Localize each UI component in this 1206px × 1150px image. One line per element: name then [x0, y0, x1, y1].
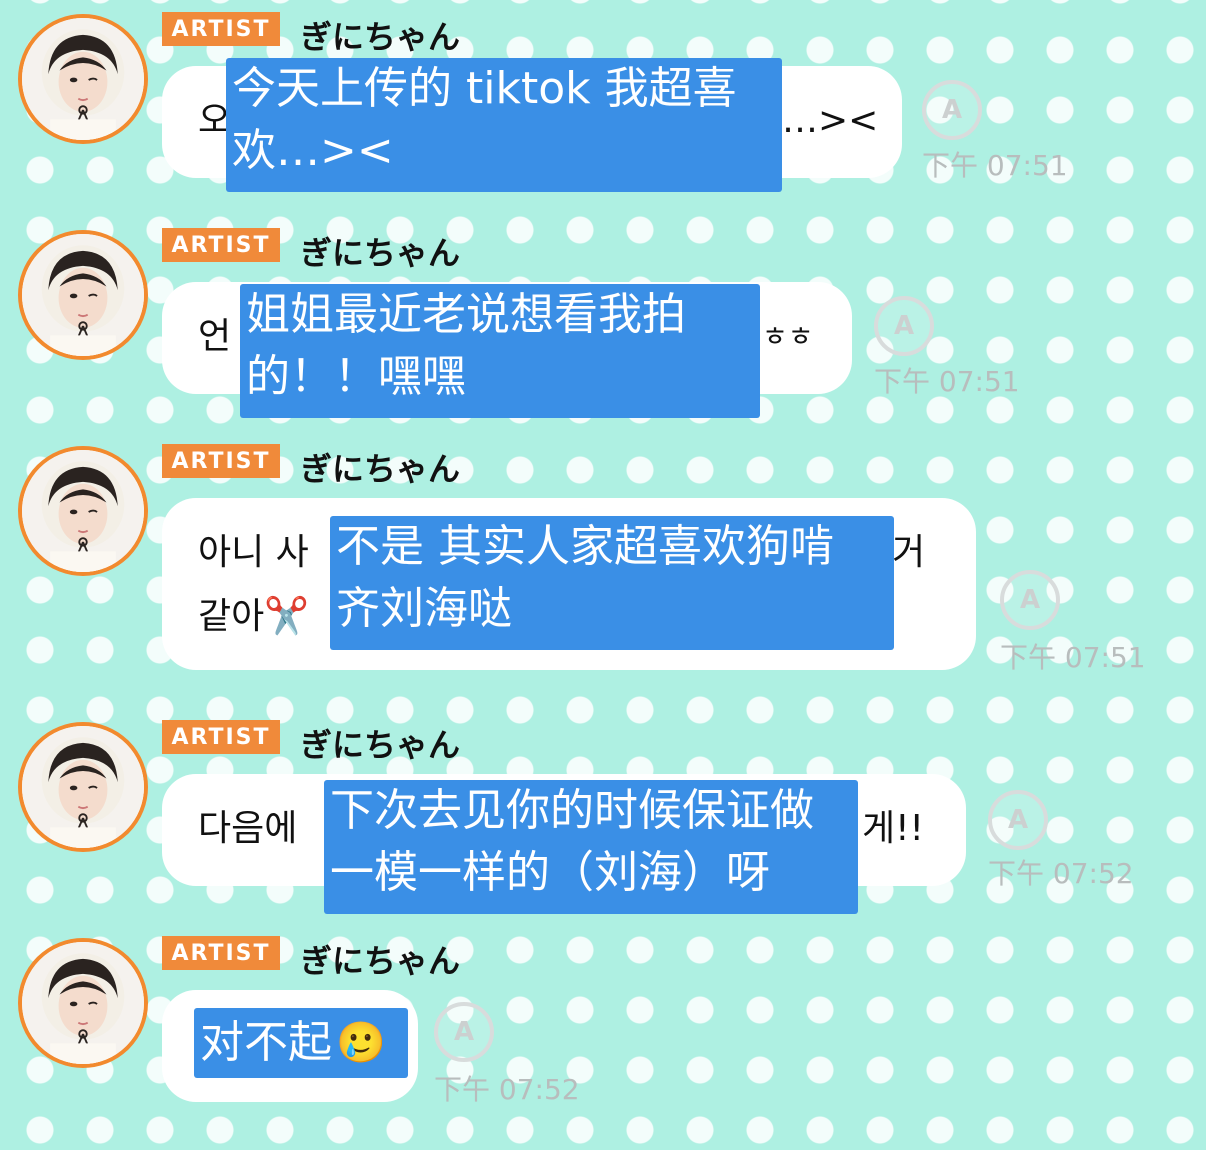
timestamp: 下午 07:51	[874, 365, 1020, 398]
translation-overlay: 下次去见你的时候保证做 一模一样的（刘海）呀	[324, 780, 858, 914]
avatar-image	[22, 450, 144, 572]
avatar-image	[22, 942, 144, 1064]
translation-line: 的！！嘿嘿	[246, 351, 466, 402]
avatar[interactable]	[18, 446, 148, 576]
original-text: 아니 사	[198, 532, 309, 573]
read-receipt-icon: A	[1000, 570, 1060, 630]
translation-overlay: 对不起 🥲	[194, 1008, 408, 1078]
sender-name: ぎにちゃん	[300, 450, 461, 488]
translation-line: 一模一样的（刘海）呀	[330, 847, 770, 898]
read-receipt-letter: A	[893, 311, 915, 341]
read-receipt-letter: A	[1007, 805, 1029, 835]
original-text: 게!!	[862, 808, 924, 849]
avatar[interactable]	[18, 722, 148, 852]
artist-badge: ARTIST	[162, 444, 280, 478]
translation-line: 姐姐最近老说想看我拍	[246, 289, 686, 340]
artist-badge: ARTIST	[162, 12, 280, 46]
read-receipt-letter: A	[1019, 585, 1041, 615]
timestamp: 下午 07:52	[434, 1073, 580, 1106]
original-text: ㅎㅎ	[762, 320, 814, 353]
sender-name: ぎにちゃん	[300, 942, 461, 980]
timestamp: 下午 07:52	[988, 857, 1134, 890]
avatar-image	[22, 18, 144, 140]
avatar[interactable]	[18, 230, 148, 360]
avatar-image	[22, 726, 144, 848]
original-text: 언	[198, 316, 232, 357]
sender-name: ぎにちゃん	[300, 18, 461, 56]
sender-name: ぎにちゃん	[300, 234, 461, 272]
artist-badge: ARTIST	[162, 228, 280, 262]
translation-line: 不是 其实人家超喜欢狗啃	[336, 521, 834, 572]
read-receipt-icon: A	[988, 790, 1048, 850]
original-text: …><	[782, 100, 879, 141]
original-text: 같아✂️	[198, 596, 310, 637]
translation-line: 欢…><	[232, 125, 394, 176]
translation-line: 对不起	[200, 1017, 332, 1068]
avatar[interactable]	[18, 14, 148, 144]
translation-overlay: 今天上传的 tiktok 我超喜 欢…><	[226, 58, 782, 192]
read-receipt-letter: A	[453, 1017, 475, 1047]
translation-line: 今天上传的 tiktok 我超喜	[232, 63, 737, 114]
read-receipt-icon: A	[922, 80, 982, 140]
read-receipt-icon: A	[874, 296, 934, 356]
artist-badge: ARTIST	[162, 720, 280, 754]
timestamp: 下午 07:51	[922, 149, 1068, 182]
read-receipt-letter: A	[941, 95, 963, 125]
read-receipt-icon: A	[434, 1002, 494, 1062]
original-text: 거	[892, 532, 926, 573]
translation-line: 下次去见你的时候保证做	[330, 785, 814, 836]
avatar-image	[22, 234, 144, 356]
translation-line: 齐刘海哒	[336, 583, 512, 634]
avatar[interactable]	[18, 938, 148, 1068]
crying-smile-emoji-icon: 🥲	[336, 1020, 386, 1066]
translation-overlay: 姐姐最近老说想看我拍 的！！嘿嘿	[240, 284, 760, 418]
translation-overlay: 不是 其实人家超喜欢狗啃 齐刘海哒	[330, 516, 894, 650]
timestamp: 下午 07:51	[1000, 641, 1146, 674]
artist-badge: ARTIST	[162, 936, 280, 970]
original-text: 다음에	[198, 808, 298, 849]
sender-name: ぎにちゃん	[300, 726, 461, 764]
